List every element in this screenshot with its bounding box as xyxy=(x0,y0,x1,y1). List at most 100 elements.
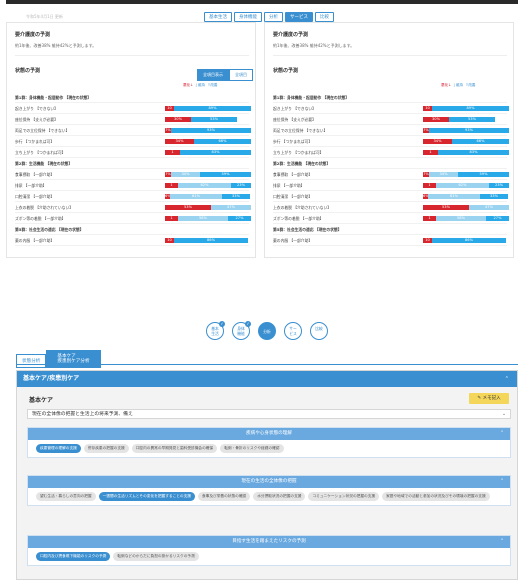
status-row: 食事摂取 【一部介助】 7% 34% 59% xyxy=(273,170,509,180)
chevron-up-icon[interactable]: ⌃ xyxy=(505,371,509,387)
divider xyxy=(15,55,249,56)
toggle-all-items[interactable]: 全項目 xyxy=(229,69,253,81)
prediction-bar: 1 62% 23% xyxy=(165,183,251,188)
group-header-row: 第1群：身体機能・起居動作 【現在の状態】 xyxy=(273,93,507,103)
step-nav: 基本 生活 ✓ 身体 機能 ✓ 分析 サー ビス 比較 xyxy=(206,321,328,340)
better-segment: 93% xyxy=(171,128,251,133)
care-card: 基本ケア/疾患別ケア ⌃ 基本ケア ✎ メモ記入 現在の全体像の把握と生活上の将… xyxy=(16,370,518,580)
prediction-panel-right: 要介護度の予測 約1年後、改善38% 維持42%と予測します。 状態の予測 悪化… xyxy=(264,22,514,258)
worse-segment: 10 xyxy=(423,238,432,243)
update-date: 令和5年4月1日 更新 xyxy=(26,14,63,19)
nav-tab-2[interactable]: 分析 xyxy=(264,12,283,22)
step-1[interactable]: 身体 機能 ✓ xyxy=(232,321,251,340)
keep-segment: 34% xyxy=(429,172,458,177)
chevron-up-icon[interactable]: ⌃ xyxy=(500,428,504,440)
status-row: 起き上がり 【できない】 10 89% xyxy=(15,104,251,114)
status-row: 上衣の着脱 【介助されていない】 53% 47% xyxy=(15,203,251,213)
better-segment: 66% xyxy=(194,139,251,144)
status-row: ズボン等の着脱 【一部介助】 1 58% 27% xyxy=(15,214,251,224)
section-header[interactable]: 目指す生活を踏まえたリスクの予測 ⌃ xyxy=(28,536,510,548)
care-item-chip[interactable]: 口腔内の異常の早期発見と歯科受診機会の確保 xyxy=(131,444,218,453)
care-item-chip[interactable]: 転倒などのからだに負担の掛かるリスクの予測 xyxy=(113,552,199,561)
memo-button[interactable]: ✎ メモ記入 xyxy=(469,393,509,404)
worse-segment: 1 xyxy=(165,216,178,221)
chevron-up-icon[interactable]: ⌃ xyxy=(500,536,504,548)
care-item-chip[interactable]: 家庭や地域での活動と参加の状況及びその環境の把握の支援 xyxy=(382,492,490,501)
row-label: 口腔清潔 【一部介助】 xyxy=(273,194,313,199)
nav-tab-3[interactable]: サービス xyxy=(285,12,313,22)
row-label: 上衣の着脱 【介助されていない】 xyxy=(273,205,332,210)
row-label: 起き上がり 【できない】 xyxy=(15,106,58,111)
better-segment: 33% xyxy=(480,194,508,199)
status-row: 歩行 【つかまれば可】 34% 66% xyxy=(273,137,509,147)
care-item-chip[interactable]: 転倒・骨折のリスクや経緯の確認 xyxy=(220,444,284,453)
prediction-bar: 53% 47% xyxy=(423,205,509,210)
check-icon: ✓ xyxy=(245,321,251,327)
prediction-bar: 6% 61% 33% xyxy=(423,194,509,199)
section-header[interactable]: 現在の生活の全体像の把握 ⌃ xyxy=(28,476,510,488)
status-row: 排尿 【一部介助】 1 62% 23% xyxy=(15,181,251,191)
keep-segment: 62% xyxy=(178,183,231,188)
care-item-chip[interactable]: 併存疾患の把握の支援 xyxy=(83,444,129,453)
prediction-bar: 10 89% xyxy=(165,106,251,111)
step-4[interactable]: 比較 xyxy=(310,322,328,340)
prediction-bar: 7% 93% xyxy=(165,128,251,133)
step-2[interactable]: 分析 xyxy=(258,322,276,340)
worse-segment: 30% xyxy=(165,117,191,122)
keep-segment: 61% xyxy=(170,194,222,199)
tab-1[interactable]: 基本ケア 疾患別ケア分析 xyxy=(46,350,101,368)
care-label: 基本ケア xyxy=(29,397,54,404)
chevron-up-icon[interactable]: ⌃ xyxy=(500,476,504,488)
row-label: 両足での立位保持 【できない】 xyxy=(15,128,70,133)
worse-segment: 1 xyxy=(165,183,178,188)
row-label: 上衣の着脱 【介助されていない】 xyxy=(15,205,74,210)
section-title: 目指す生活を踏まえたリスクの予測 xyxy=(232,539,306,544)
chip-list: 口腔内及び摂食嚥下機能のリスクの予測 転倒などのからだに負担の掛かるリスクの予測 xyxy=(28,548,510,565)
row-label: 歩行 【つかまれば可】 xyxy=(15,139,55,144)
status-row: 歩行 【つかまれば可】 34% 66% xyxy=(15,137,251,147)
nav-tab-1[interactable]: 身体機能 xyxy=(234,12,262,22)
care-theme-select[interactable]: 現在の全体像の把握と生活上の将来予測、備え ⌄ xyxy=(27,409,511,419)
care-item-chip[interactable]: 水分摂取状況の把握の支援 xyxy=(253,492,306,501)
analysis-tabs: 状態分析 基本ケア 疾患別ケア分析 xyxy=(16,350,101,368)
care-item-chip[interactable]: 一週間の生活リズムとその変化を把握することの支援 xyxy=(98,492,195,501)
card-header[interactable]: 基本ケア/疾患別ケア ⌃ xyxy=(17,371,517,387)
status-row: 起き上がり 【できない】 10 89% xyxy=(273,104,509,114)
care-item-chip[interactable]: 食事及び栄養の状態の確認 xyxy=(197,492,251,501)
better-segment: 93% xyxy=(429,128,509,133)
memo-button-label: メモ記入 xyxy=(482,396,501,401)
status-row: 両足での立位保持 【できない】 7% 93% xyxy=(273,126,509,136)
care-item-chip[interactable]: 口腔内及び摂食嚥下機能のリスクの予測 xyxy=(36,552,111,561)
better-segment: 86% xyxy=(174,238,248,243)
step-label: 機能 xyxy=(237,330,245,336)
keep-segment: 34% xyxy=(171,172,200,177)
section-title: 疾病や心身状態の理解 xyxy=(246,431,292,436)
group-header-row: 第2群：生活機能 【現在の状態】 xyxy=(273,159,507,169)
step-3[interactable]: サー ビス xyxy=(284,322,302,340)
step-0[interactable]: 基本 生活 ✓ xyxy=(206,321,225,340)
tab-0[interactable]: 状態分析 xyxy=(16,354,47,368)
care-item-chip[interactable]: コミュニケーション状況の把握の支援 xyxy=(308,492,380,501)
status-row: 薬の内服 【一部介助】 10 86% xyxy=(15,236,249,246)
section-header[interactable]: 疾病や心身状態の理解 ⌃ xyxy=(28,428,510,440)
nav-tab-4[interactable]: 比較 xyxy=(315,12,334,22)
row-label: 排尿 【一部介助】 xyxy=(15,183,47,188)
better-segment: 83% xyxy=(180,150,251,155)
group-header-row: 第1群：身体機能・起居動作 【現在の状態】 xyxy=(15,93,249,103)
status-row: 薬の内服 【一部介助】 10 86% xyxy=(273,236,507,246)
row-label: 食事摂取 【一部介助】 xyxy=(15,172,55,177)
nav-tab-0[interactable]: 基本生活 xyxy=(204,12,232,22)
prediction-bar: 30% 53% xyxy=(423,117,509,122)
care-item-chip[interactable]: 望む生活・暮らしの意向の把握 xyxy=(36,492,96,501)
status-row: 上衣の着脱 【介助されていない】 53% 47% xyxy=(273,203,509,213)
row-label: 食事摂取 【一部介助】 xyxy=(273,172,313,177)
better-segment: 23% xyxy=(489,183,509,188)
legend: 悪化↓ | 維持 ↑改善 xyxy=(183,83,218,87)
keep-segment: 47% xyxy=(211,205,251,210)
care-item-chip[interactable]: 疾患管理の理解の支援 xyxy=(36,444,81,453)
toggle-all-items-display[interactable]: 全項目表示 xyxy=(197,69,229,81)
section-title: 現在の生活の全体像の把握 xyxy=(241,479,297,484)
better-segment: 59% xyxy=(200,172,251,177)
select-value: 現在の全体像の把握と生活上の将来予測、備え xyxy=(32,412,133,417)
better-segment: 53% xyxy=(449,117,495,122)
